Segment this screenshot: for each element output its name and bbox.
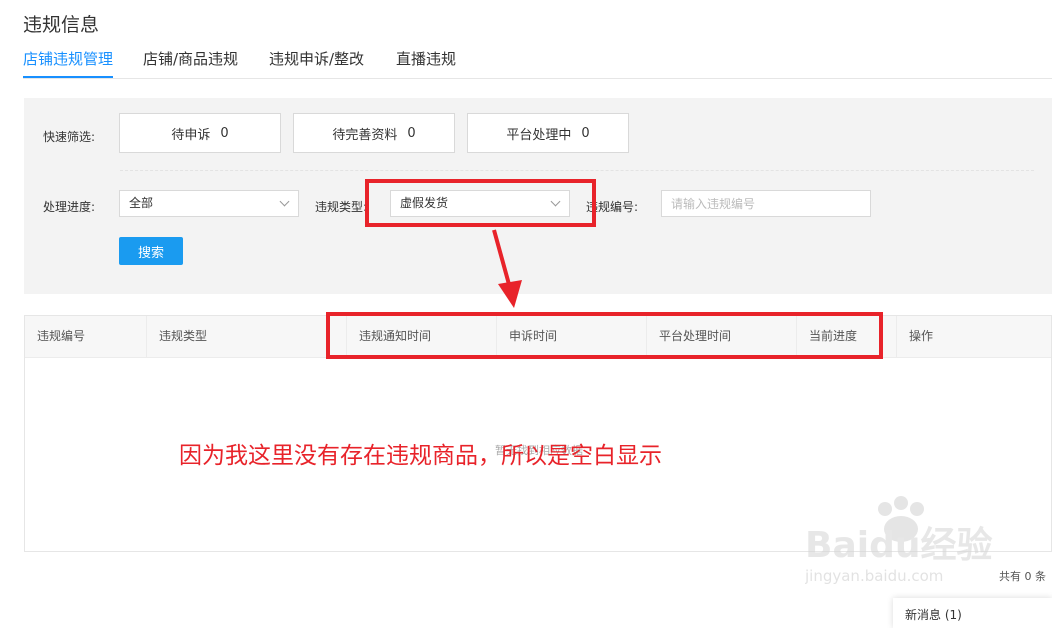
watermark-text: Baidu经验 [805,525,992,566]
highlight-box-type [365,179,596,227]
quick-card-count: 0 [581,125,590,141]
progress-select[interactable]: 全部 [119,190,299,217]
page-title: 违规信息 [23,14,100,36]
quick-filter-pending-materials[interactable]: 待完善资料 0 [293,113,455,153]
new-message-popup[interactable]: 新消息 (1) [893,598,1052,628]
violation-number-input[interactable] [661,190,871,217]
search-button[interactable]: 搜索 [119,237,183,265]
column-header: 违规编号 [37,329,86,343]
quick-card-label: 待申诉 [171,127,211,143]
column-header: 违规类型 [146,316,346,357]
tab-shop-product-violation[interactable]: 店铺/商品违规 [143,48,238,69]
quick-filter-platform-processing[interactable]: 平台处理中 0 [467,113,629,153]
quick-card-label: 待完善资料 [332,127,398,143]
progress-label: 处理进度: [43,200,96,214]
tab-bar: 店铺违规管理 店铺/商品违规 违规申诉/整改 直播违规 [23,48,1052,79]
watermark-url: jingyan.baidu.com [805,567,943,585]
tab-shop-violation-management[interactable]: 店铺违规管理 [23,48,114,78]
quick-card-count: 0 [220,125,229,141]
quick-filter-pending-appeal[interactable]: 待申诉 0 [119,113,281,153]
tab-appeal-rectification[interactable]: 违规申诉/整改 [269,48,364,69]
arrow-annotation-icon [492,229,522,308]
chevron-down-icon [279,196,290,207]
progress-select-value: 全部 [129,196,154,210]
quick-filter-label: 快速筛选: [43,130,96,144]
divider [120,170,1034,171]
quick-card-count: 0 [407,125,416,141]
tab-live-violation[interactable]: 直播违规 [396,48,456,69]
baidu-watermark-icon: Baidu经验 jingyan.baidu.com [805,496,992,585]
highlight-box-columns [326,312,883,359]
type-label: 违规类型: [315,200,368,214]
quick-card-label: 平台处理中 [506,127,572,143]
pagination-total: 共有 0 条 [999,570,1046,583]
annotation-text: 因为我这里没有存在违规商品，所以是空白显示 [179,443,662,469]
column-header: 操作 [896,316,1051,357]
